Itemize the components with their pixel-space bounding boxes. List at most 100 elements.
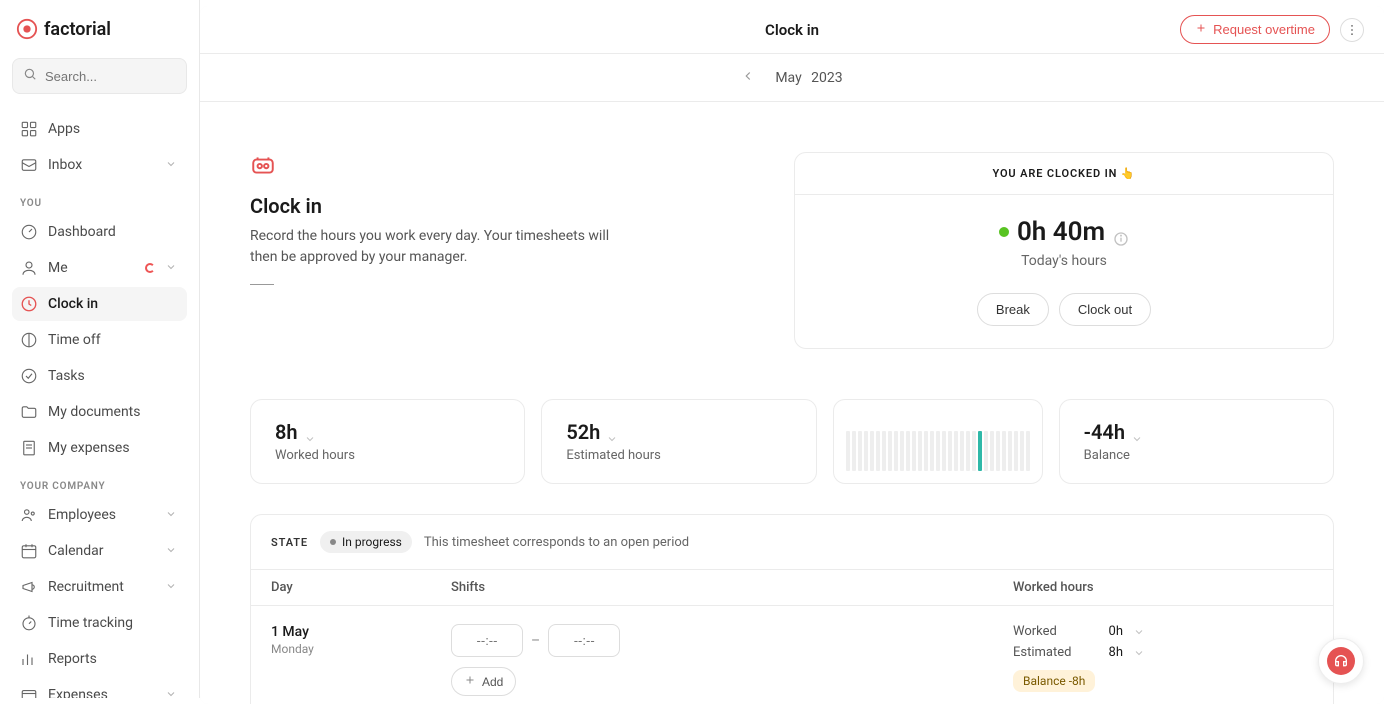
nav-time-tracking[interactable]: Time tracking xyxy=(12,606,187,640)
nav-label: My documents xyxy=(48,404,179,420)
sidebar: factorial ⌘K Apps Inbox YOU Dashboard Me… xyxy=(0,0,200,698)
nav-apps[interactable]: Apps xyxy=(12,112,187,146)
stopwatch-icon xyxy=(20,614,38,632)
worked-label: Worked xyxy=(1013,624,1083,639)
folder-icon xyxy=(20,403,38,421)
active-dot-icon xyxy=(999,227,1009,237)
search-input[interactable]: ⌘K xyxy=(12,58,187,94)
col-day: Day xyxy=(271,580,451,595)
balance-badge: Balance -8h xyxy=(1013,670,1095,692)
info-icon[interactable] xyxy=(1113,224,1129,240)
content: Clock in Record the hours you work every… xyxy=(200,102,1384,704)
status-sub: Today's hours xyxy=(817,253,1311,269)
main: Clock in Request overtime May 2023 Clock… xyxy=(200,6,1384,704)
headset-icon xyxy=(1327,647,1355,675)
nav-calendar[interactable]: Calendar xyxy=(12,534,187,568)
stat-label: Worked hours xyxy=(275,448,500,463)
stat-value: -44h xyxy=(1084,420,1125,444)
chevron-down-icon[interactable] xyxy=(1133,626,1145,638)
plus-icon xyxy=(1195,22,1207,37)
inbox-icon xyxy=(20,156,38,174)
stat-worked[interactable]: 8h Worked hours xyxy=(250,399,525,484)
card-icon xyxy=(20,686,38,698)
nav-label: Calendar xyxy=(48,543,155,559)
nav-recruitment[interactable]: Recruitment xyxy=(12,570,187,604)
nav-dashboard[interactable]: Dashboard xyxy=(12,215,187,249)
apps-icon xyxy=(20,120,38,138)
nav-label: Recruitment xyxy=(48,579,155,595)
nav-label: Dashboard xyxy=(48,224,179,240)
stats-row: 8h Worked hours 52h Estimated hours -44h xyxy=(250,399,1334,484)
state-desc: This timesheet corresponds to an open pe… xyxy=(424,535,689,550)
clock-out-button[interactable]: Clock out xyxy=(1059,293,1151,326)
stat-chart xyxy=(833,399,1043,484)
logo-icon xyxy=(16,18,38,40)
clock-icon xyxy=(20,295,38,313)
stat-balance[interactable]: -44h Balance xyxy=(1059,399,1334,484)
row-day: Monday xyxy=(271,642,451,656)
nav-label: Apps xyxy=(48,121,179,137)
dot-icon xyxy=(330,539,336,545)
prev-month-button[interactable] xyxy=(741,69,755,87)
nav-label: Clock in xyxy=(48,296,179,312)
worked-value: 0h xyxy=(1093,624,1123,639)
nav-label: Inbox xyxy=(48,157,155,173)
nav-inbox[interactable]: Inbox xyxy=(12,148,187,182)
logo[interactable]: factorial xyxy=(12,18,187,40)
more-vertical-icon xyxy=(1345,23,1359,37)
nav-label: Time tracking xyxy=(48,615,179,631)
nav-label: My expenses xyxy=(48,440,179,456)
page-title: Clock in xyxy=(765,21,819,39)
nav-me[interactable]: Me xyxy=(12,251,187,285)
nav-my-expenses[interactable]: My expenses xyxy=(12,431,187,465)
divider xyxy=(250,284,274,285)
period-label: May 2023 xyxy=(775,70,842,86)
search-icon xyxy=(23,67,37,85)
nav-reports[interactable]: Reports xyxy=(12,642,187,676)
chevron-down-icon[interactable] xyxy=(1133,647,1145,659)
chevron-down-icon xyxy=(304,426,316,438)
nav-my-documents[interactable]: My documents xyxy=(12,395,187,429)
state-label: STATE xyxy=(271,536,308,549)
help-button[interactable] xyxy=(1318,638,1364,684)
nav-section-company: YOUR COMPANY xyxy=(12,467,187,498)
nav-time-off[interactable]: Time off xyxy=(12,323,187,357)
nav-label: Me xyxy=(48,260,135,276)
shift-start-input[interactable] xyxy=(451,624,523,657)
nav-tasks[interactable]: Tasks xyxy=(12,359,187,393)
timesheet: STATE In progress This timesheet corresp… xyxy=(250,514,1334,704)
receipt-icon xyxy=(20,439,38,457)
stat-estimated[interactable]: 52h Estimated hours xyxy=(541,399,816,484)
more-button[interactable] xyxy=(1340,18,1364,42)
chart-icon xyxy=(20,650,38,668)
chevron-down-icon xyxy=(165,158,179,172)
stat-value: 52h xyxy=(566,420,600,444)
add-shift-button[interactable]: Add xyxy=(451,667,516,696)
nav-clock-in[interactable]: Clock in xyxy=(12,287,187,321)
datebar: May 2023 xyxy=(200,54,1384,102)
col-worked: Worked hours xyxy=(1013,580,1313,595)
hero-desc: Record the hours you work every day. You… xyxy=(250,226,610,268)
logo-text: factorial xyxy=(44,19,111,40)
search-field[interactable] xyxy=(45,69,200,84)
dash: – xyxy=(531,633,540,649)
chevron-down-icon xyxy=(165,580,179,594)
nav-label: Reports xyxy=(48,651,179,667)
users-icon xyxy=(20,506,38,524)
status-time: 0h 40m xyxy=(817,217,1311,247)
nav-expenses[interactable]: Expenses xyxy=(12,678,187,698)
request-overtime-button[interactable]: Request overtime xyxy=(1180,15,1330,44)
clock-hero-icon xyxy=(250,152,276,178)
nav-label: Employees xyxy=(48,507,155,523)
row-date: 1 May xyxy=(271,624,451,640)
break-button[interactable]: Break xyxy=(977,293,1049,326)
estimated-label: Estimated xyxy=(1013,645,1083,660)
chevron-down-icon xyxy=(165,688,179,698)
megaphone-icon xyxy=(20,578,38,596)
nav-employees[interactable]: Employees xyxy=(12,498,187,532)
plus-icon xyxy=(464,674,476,689)
stat-value: 8h xyxy=(275,420,298,444)
shift-end-input[interactable] xyxy=(548,624,620,657)
chevron-down-icon xyxy=(606,426,618,438)
chevron-down-icon xyxy=(165,544,179,558)
